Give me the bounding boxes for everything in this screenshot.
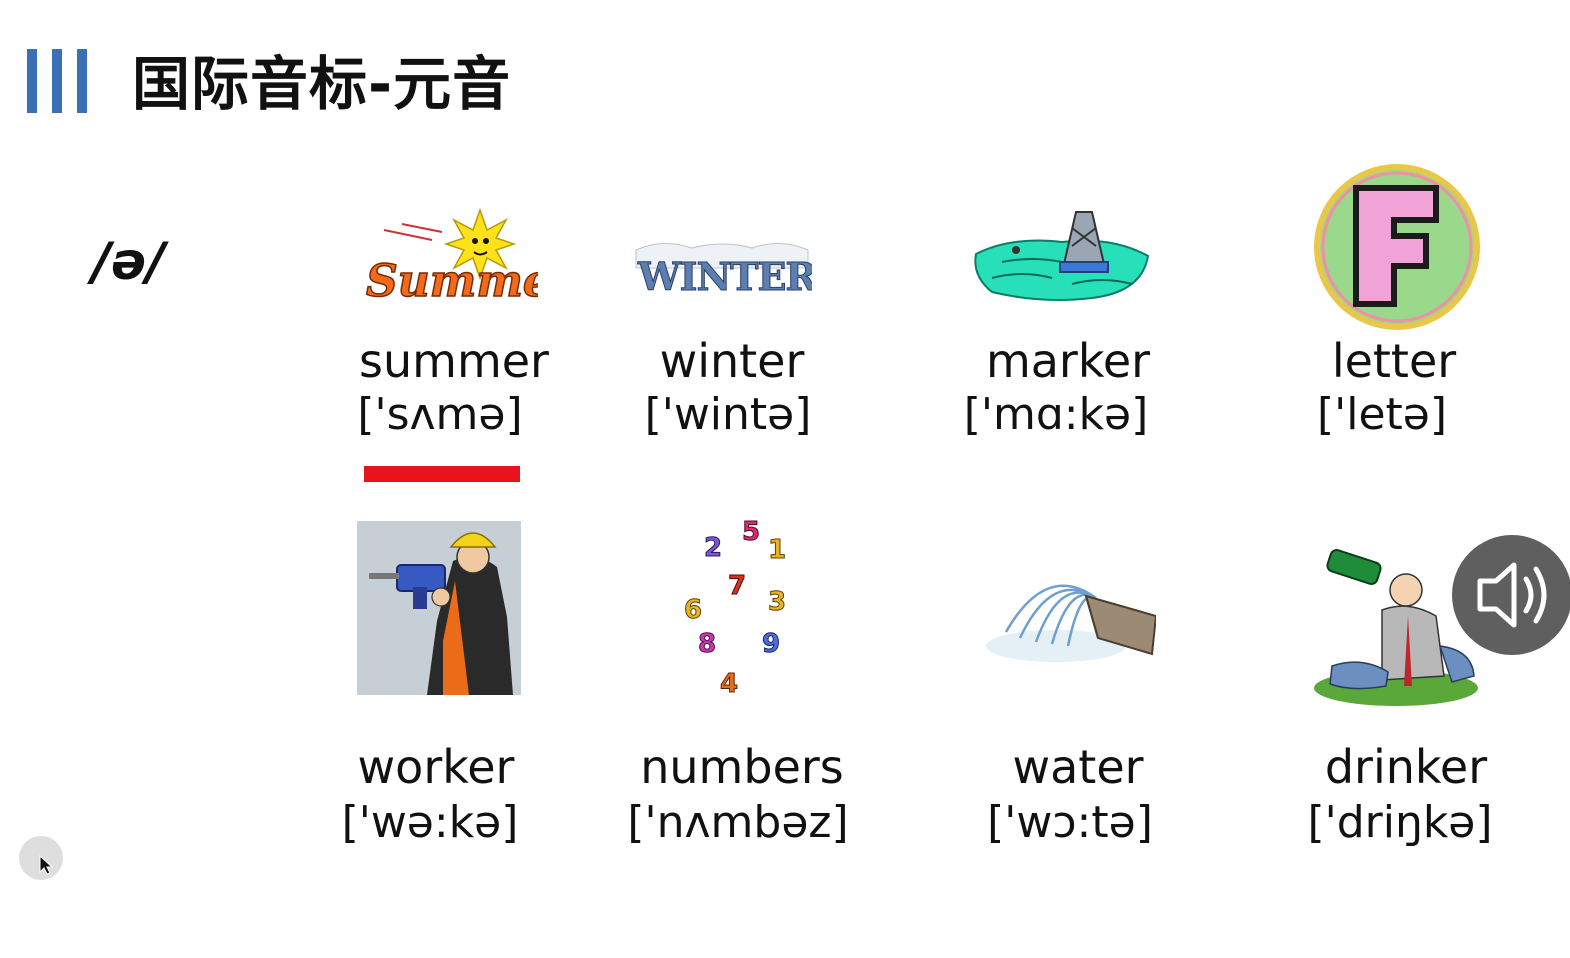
word-winter: winter <box>659 334 805 388</box>
letter-f-clipart-text: F <box>1356 176 1438 315</box>
digit: 6 <box>684 595 702 625</box>
word-marker: marker <box>985 334 1151 388</box>
summer-clipart-text: Summer <box>366 256 538 307</box>
mouse-cursor-icon <box>39 854 54 875</box>
digit: 3 <box>768 587 786 617</box>
numbers-clipart-icon: 5 2 1 7 6 3 8 9 4 <box>684 517 787 699</box>
buoy-marker-clipart-icon <box>974 211 1150 301</box>
winter-clipart-icon: WINTER <box>635 243 812 300</box>
winter-clipart-text: WINTER <box>637 254 812 299</box>
ipa-summer: ['sʌmə] <box>357 389 523 440</box>
digit: 9 <box>762 629 780 659</box>
play-audio-button[interactable] <box>1452 535 1570 655</box>
worker-drill-clipart-icon <box>357 521 521 695</box>
digit: 5 <box>742 517 760 547</box>
digit: 1 <box>768 535 786 565</box>
ipa-numbers: ['nʌmbəz] <box>627 797 849 848</box>
word-letter: letter <box>1331 334 1457 388</box>
digit: 8 <box>698 629 716 659</box>
word-drinker: drinker <box>1324 740 1488 794</box>
word-water: water <box>1012 740 1144 794</box>
digit: 2 <box>704 533 722 563</box>
summer-clipart-icon: Summer <box>365 207 538 308</box>
letter-f-clipart-icon: F <box>1314 164 1480 330</box>
page-title: 国际音标-元音 <box>132 50 512 118</box>
ipa-water: ['wɔ:tə] <box>987 797 1153 848</box>
title-accent-bars <box>27 49 91 113</box>
highlight-underline <box>364 466 520 482</box>
phoneme-symbol: /ə/ <box>92 232 166 292</box>
ipa-worker: ['wə:kə] <box>341 797 519 848</box>
speaker-icon <box>1477 562 1547 628</box>
ipa-winter: ['wintə] <box>644 389 812 440</box>
digit: 4 <box>720 669 738 698</box>
ipa-letter: ['letə] <box>1316 389 1448 440</box>
word-summer: summer <box>359 334 549 388</box>
word-worker: worker <box>357 740 515 794</box>
word-numbers: numbers <box>640 740 844 794</box>
digit: 7 <box>728 571 746 601</box>
ipa-drinker: ['driŋkə] <box>1307 797 1493 848</box>
slide: 国际音标-元音 /ə/ Summer WINTER F summer ['sʌm… <box>0 0 1570 958</box>
ipa-marker: ['mɑ:kə] <box>963 389 1149 440</box>
water-fountain-clipart-icon <box>986 584 1156 662</box>
